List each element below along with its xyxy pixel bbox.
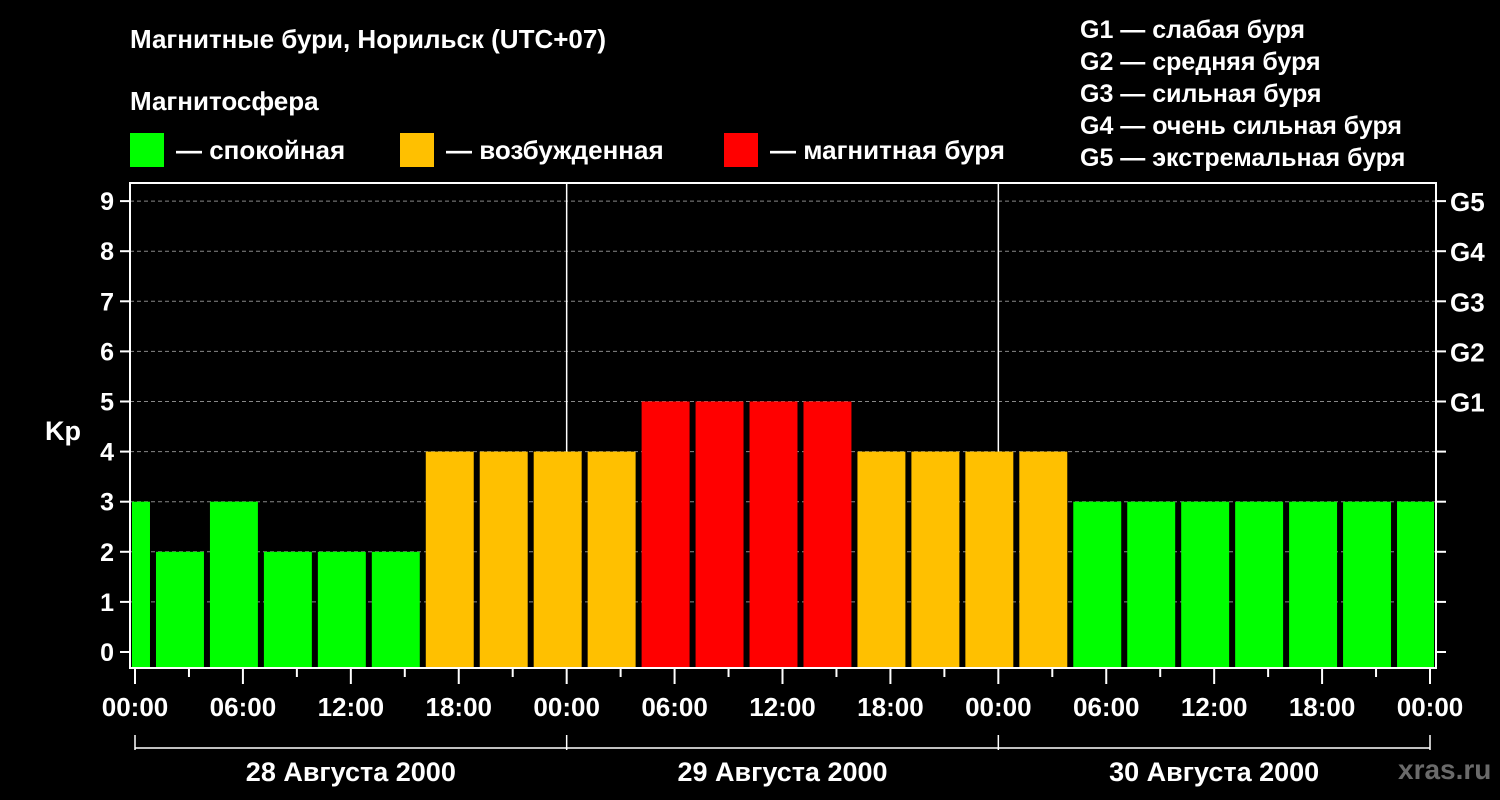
kp-bar-7 bbox=[479, 451, 528, 668]
g-scale-label-g3: G3 bbox=[1450, 287, 1485, 317]
y-tick-label-9: 9 bbox=[100, 188, 114, 216]
kp-bar-16 bbox=[965, 451, 1014, 668]
kp-bar-2 bbox=[209, 501, 258, 668]
kp-bar-21 bbox=[1235, 501, 1284, 668]
y-tick-label-0: 0 bbox=[100, 639, 114, 667]
kp-bar-19 bbox=[1127, 501, 1176, 668]
bars-group bbox=[132, 401, 1434, 668]
kp-bar-14 bbox=[857, 451, 906, 668]
g-scale-label-g2: G2 bbox=[1450, 337, 1485, 367]
y-tick-label-3: 3 bbox=[100, 489, 114, 517]
y-tick-label-7: 7 bbox=[100, 288, 114, 316]
y-axis-title: Kp bbox=[45, 416, 81, 446]
kp-bar-5 bbox=[371, 551, 420, 668]
x-tick-label-5: 06:00 bbox=[641, 692, 708, 722]
x-tick-label-3: 18:00 bbox=[426, 692, 493, 722]
x-tick-label-6: 12:00 bbox=[749, 692, 816, 722]
kp-bar-11 bbox=[695, 401, 744, 668]
x-tick-label-1: 06:00 bbox=[210, 692, 277, 722]
watermark: xras.ru bbox=[1398, 754, 1492, 785]
day-label-2: 30 Августа 2000 bbox=[1109, 757, 1319, 787]
x-tick-label-0: 00:00 bbox=[102, 692, 169, 722]
kp-bar-23 bbox=[1343, 501, 1392, 668]
x-tick-label-12: 00:00 bbox=[1397, 692, 1464, 722]
y-tick-label-8: 8 bbox=[100, 238, 114, 266]
kp-bar-22 bbox=[1289, 501, 1338, 668]
x-tick-label-9: 06:00 bbox=[1073, 692, 1140, 722]
g-scale-label-g4: G4 bbox=[1450, 237, 1485, 267]
day-label-0: 28 Августа 2000 bbox=[246, 757, 456, 787]
kp-bar-3 bbox=[263, 551, 312, 668]
g-scale-label-g5: G5 bbox=[1450, 187, 1485, 217]
kp-bar-8 bbox=[533, 451, 582, 668]
g-scale-label-g1: G1 bbox=[1450, 388, 1485, 418]
kp-bar-13 bbox=[803, 401, 852, 668]
kp-bar-6 bbox=[425, 451, 474, 668]
kp-bar-18 bbox=[1073, 501, 1122, 668]
kp-bar-24 bbox=[1397, 501, 1434, 668]
y-tick-label-5: 5 bbox=[100, 389, 114, 417]
kp-bar-17 bbox=[1019, 451, 1068, 668]
kp-bar-15 bbox=[911, 451, 960, 668]
x-tick-label-10: 12:00 bbox=[1181, 692, 1248, 722]
x-tick-label-11: 18:00 bbox=[1289, 692, 1356, 722]
x-tick-label-8: 00:00 bbox=[965, 692, 1032, 722]
y-tick-label-6: 6 bbox=[100, 338, 114, 366]
kp-bar-1 bbox=[155, 551, 204, 668]
x-tick-label-7: 18:00 bbox=[857, 692, 924, 722]
kp-bar-4 bbox=[317, 551, 366, 668]
kp-bar-chart: 0 1 2 3 4 5 6 7 8 9 G1 G2 G3 G4 G5 Kp 00:00 06:00 12:00 18:… bbox=[45, 182, 1485, 787]
day-label-1: 29 Августа 2000 bbox=[677, 757, 887, 787]
y-tick-label-4: 4 bbox=[100, 439, 114, 467]
kp-bar-9 bbox=[587, 451, 636, 668]
kp-bar-10 bbox=[641, 401, 690, 668]
y-tick-label-1: 1 bbox=[100, 589, 114, 617]
x-tick-label-2: 12:00 bbox=[318, 692, 385, 722]
y-tick-label-2: 2 bbox=[100, 539, 114, 567]
kp-bar-12 bbox=[749, 401, 798, 668]
kp-bar-20 bbox=[1181, 501, 1230, 668]
x-tick-label-4: 00:00 bbox=[533, 692, 600, 722]
